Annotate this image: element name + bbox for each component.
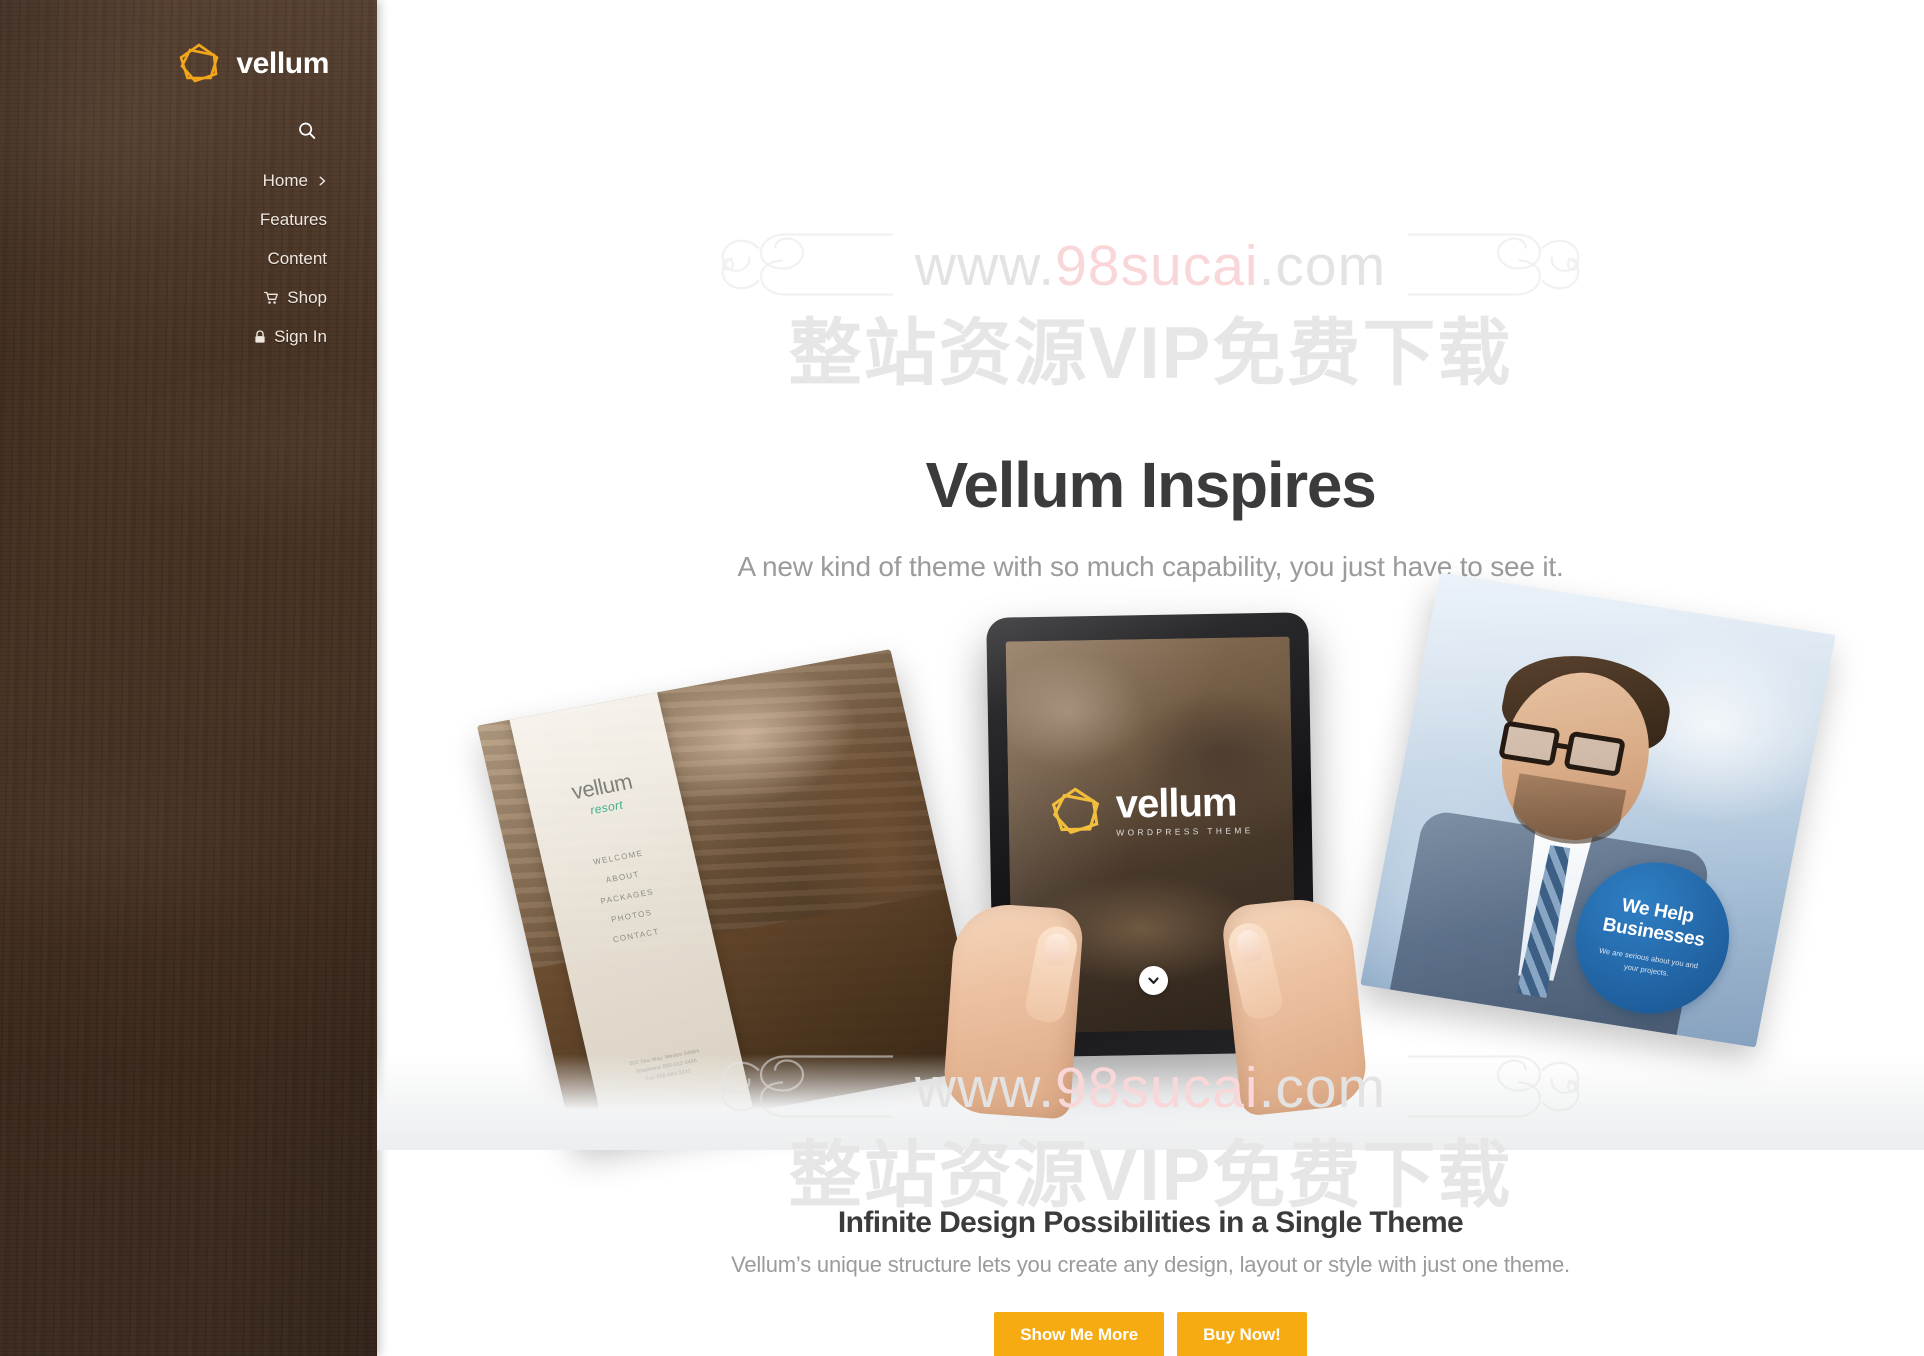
sidebar-item-label: Features [259,209,327,229]
sidebar-nav: Home Features Content Shop Sign In [0,161,377,356]
resort-nav: WELCOME ABOUT PACKAGES PHOTOS CONTACT [543,840,711,954]
cta-row: Show Me More Buy Now! [377,1312,1924,1356]
sidebar-item-label: Content [267,248,327,268]
footer-title: Infinite Design Possibilities in a Singl… [837,1206,1464,1239]
sidebar-item-shop[interactable]: Shop [0,278,377,317]
page-subtitle: A new kind of theme with so much capabil… [737,551,1564,582]
tablet-brand-lockup: vellum WORDPRESS THEME [1008,781,1293,842]
tablet-tagline: WORDPRESS THEME [1115,825,1254,839]
thumb-left [1022,923,1080,1025]
tablet-brand-name: vellum [1114,780,1237,828]
ornament-right-icon [1406,204,1586,329]
pentagon-logo-icon [1047,784,1104,841]
ornament-left-icon [715,204,895,329]
chevron-right-icon [318,175,327,187]
search-icon[interactable] [294,118,320,144]
sidebar-item-label: Home [262,170,308,190]
tablet-device[interactable]: vellum WORDPRESS THEME [941,612,1370,1120]
page-title: Vellum Inspires [925,449,1376,521]
show-me-more-button[interactable]: Show Me More [994,1312,1165,1356]
buy-now-button[interactable]: Buy Now! [1177,1312,1307,1356]
sidebar-item-features[interactable]: Features [0,200,377,239]
watermark-url: www.98sucai.com [914,234,1387,298]
pentagon-logo-icon [176,41,222,87]
sidebar-item-content[interactable]: Content [0,239,377,278]
nail-right [1233,927,1265,965]
brand-name: vellum [236,47,329,80]
product-showcase: vellum resort WELCOME ABOUT PACKAGES PHO… [377,572,1924,1150]
nail-left [1041,931,1071,968]
page-root: vellum Home Features Content Shop Sign I… [0,0,1924,1356]
search-row [0,118,377,144]
footer-subtitle: Vellum’s unique structure lets you creat… [731,1252,1570,1277]
brand-logo[interactable]: vellum [0,36,377,92]
sidebar-item-home[interactable]: Home [0,161,377,200]
hand-left [941,901,1084,1120]
sidebar: vellum Home Features Content Shop Sign I… [0,0,377,1356]
chevron-down-circle-icon[interactable] [1138,965,1168,996]
lock-icon [254,329,266,344]
watermark-top: www.98sucai.com 整站资源VIP免费下载 [377,232,1924,394]
cart-icon [264,291,279,305]
thumb-right [1224,919,1285,1022]
sidebar-item-sign-in[interactable]: Sign In [0,317,377,356]
surface-gradient [377,1054,1924,1150]
showcase-card-business[interactable]: We Help Businesses We are serious about … [1360,572,1836,1048]
watermark-chinese: 整站资源VIP免费下载 [788,313,1513,394]
main-content: www.98sucai.com 整站资源VIP免费下载 Vellum Inspi… [377,0,1924,1356]
sidebar-item-label: Sign In [274,326,327,346]
sidebar-item-label: Shop [287,287,327,307]
hand-right [1219,894,1370,1117]
